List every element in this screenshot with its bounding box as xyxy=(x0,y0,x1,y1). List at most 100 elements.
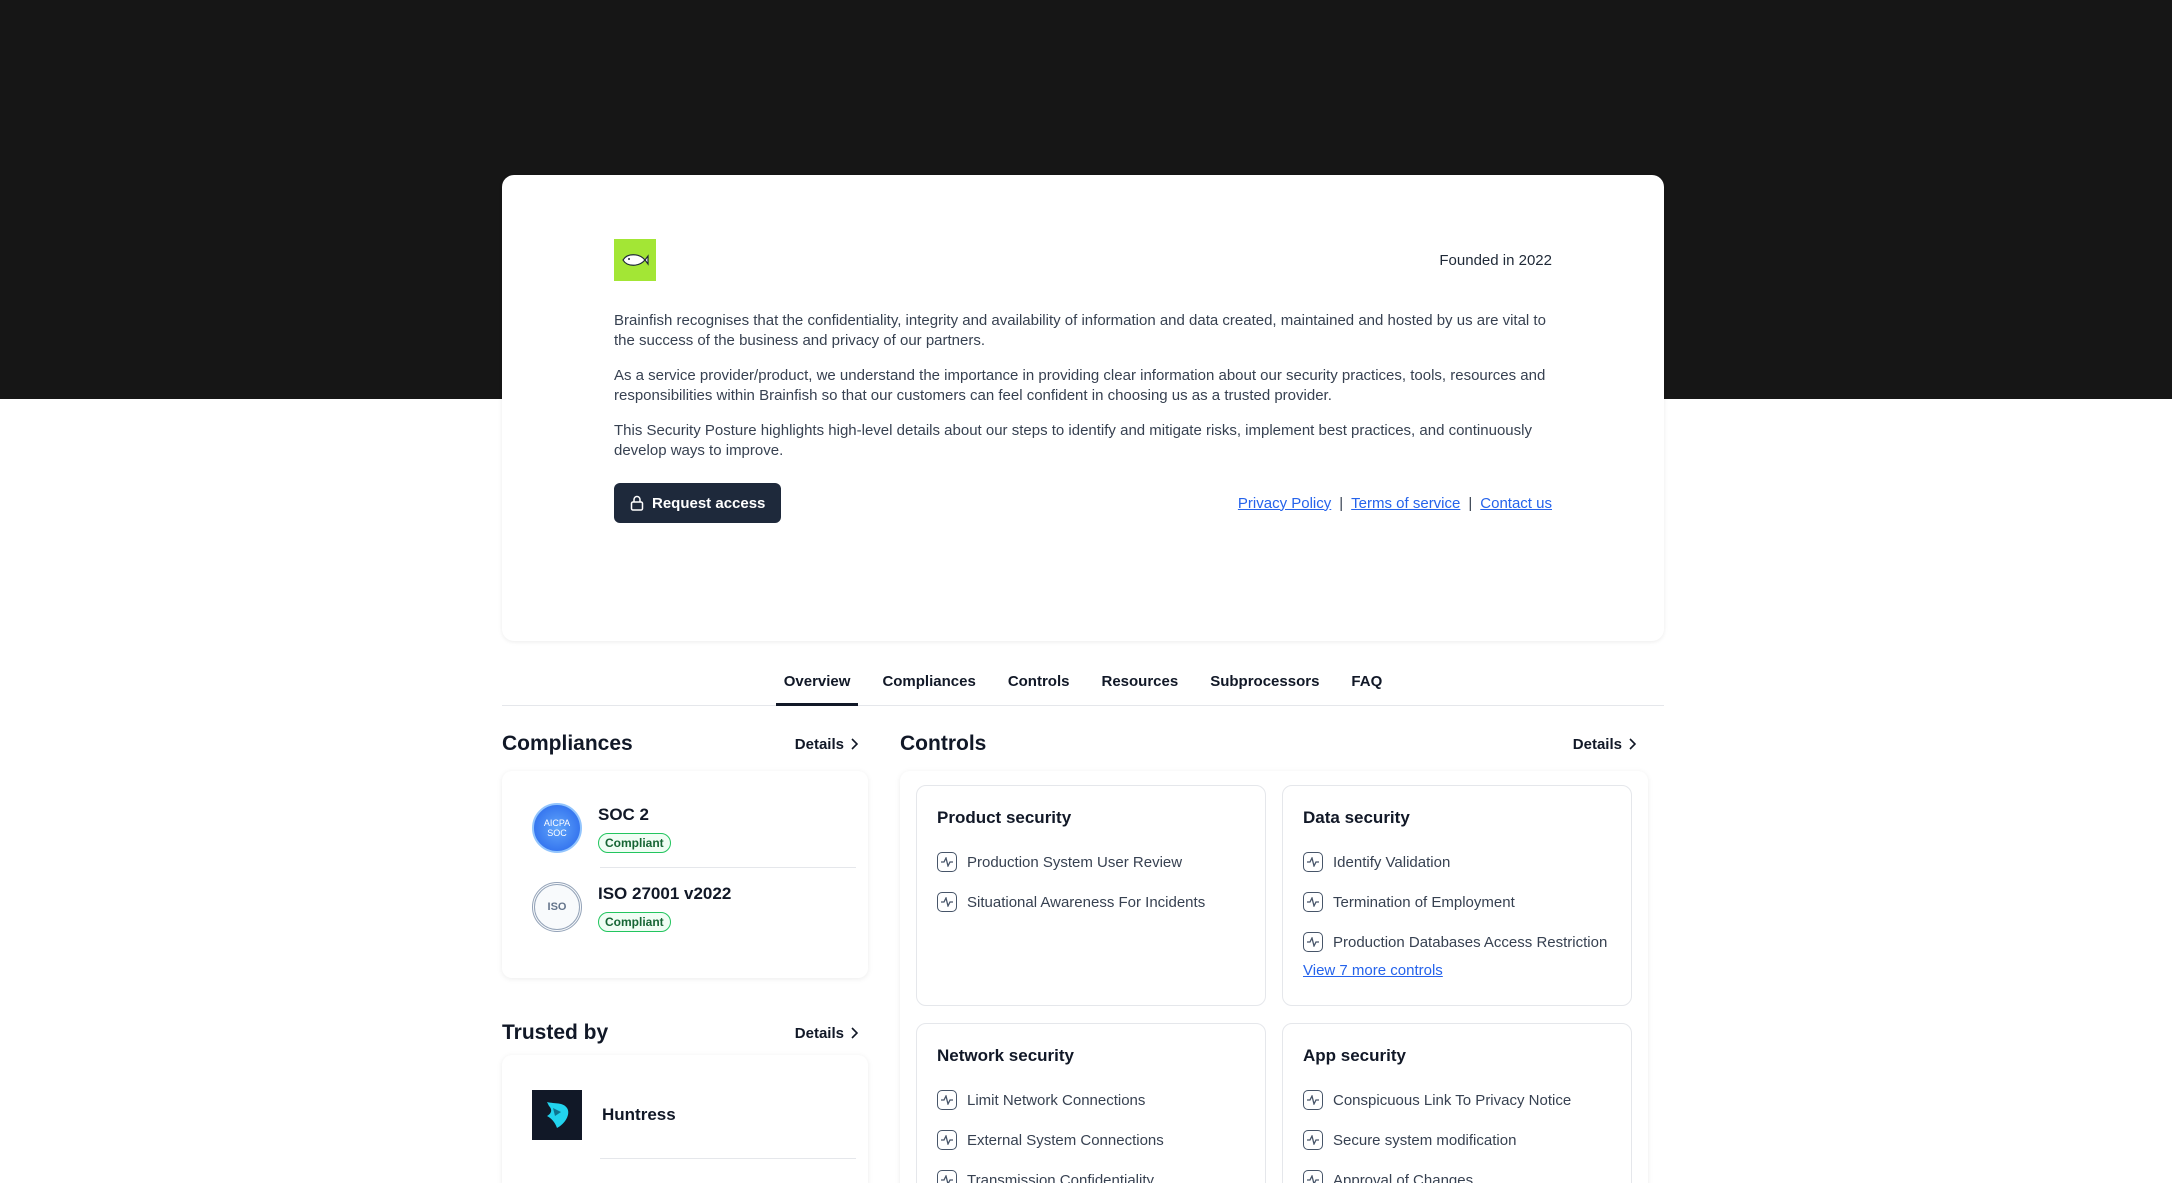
status-badge: Compliant xyxy=(598,833,671,853)
control-item-label: Secure system modification xyxy=(1333,1131,1517,1149)
activity-icon xyxy=(937,852,957,872)
activity-icon xyxy=(937,1130,957,1150)
description-paragraph-2: As a service provider/product, we unders… xyxy=(614,367,1546,404)
control-item[interactable]: Production System User Review xyxy=(937,842,1245,882)
trusted-company-name: Huntress xyxy=(602,1105,676,1124)
iso-badge-icon: ISO xyxy=(532,882,582,932)
control-item[interactable]: Identify Validation xyxy=(1303,842,1611,882)
control-card-product-security[interactable]: Product security Production System User … xyxy=(916,785,1266,1006)
lock-icon xyxy=(630,495,644,511)
tab-compliances[interactable]: Compliances xyxy=(874,664,983,706)
status-badge: Compliant xyxy=(598,912,671,932)
terms-of-service-link[interactable]: Terms of service xyxy=(1351,495,1460,512)
request-access-label: Request access xyxy=(652,494,766,512)
control-item[interactable]: Situational Awareness For Incidents xyxy=(937,882,1245,922)
controls-details-link[interactable]: Details xyxy=(1573,736,1636,753)
control-item-label: Production Databases Access Restriction xyxy=(1333,933,1608,951)
activity-icon xyxy=(1303,892,1323,912)
control-item[interactable]: Conspicuous Link To Privacy Notice xyxy=(1303,1080,1611,1120)
control-item[interactable]: Termination of Employment xyxy=(1303,882,1611,922)
activity-icon xyxy=(1303,1090,1323,1110)
control-item-label: Limit Network Connections xyxy=(967,1091,1146,1109)
control-item[interactable]: External System Connections xyxy=(937,1120,1245,1160)
control-item[interactable]: Production Databases Access Restriction xyxy=(1303,922,1611,962)
control-item[interactable]: Transmission Confidentiality xyxy=(937,1160,1245,1183)
fish-icon xyxy=(622,254,649,266)
control-item-label: Conspicuous Link To Privacy Notice xyxy=(1333,1091,1572,1109)
soc2-icon-text: AICPA SOC xyxy=(543,818,571,838)
activity-icon xyxy=(937,1090,957,1110)
compliances-details-link[interactable]: Details xyxy=(795,736,858,753)
tab-overview[interactable]: Overview xyxy=(775,664,859,706)
activity-icon xyxy=(1303,1130,1323,1150)
compliance-name: SOC 2 xyxy=(598,805,650,824)
control-item-label: Termination of Employment xyxy=(1333,893,1515,911)
compliance-item[interactable]: ISO ISO 27001 v2022 Compliant xyxy=(502,882,868,932)
activity-icon xyxy=(1303,852,1323,872)
link-separator: | xyxy=(1339,494,1344,512)
request-access-button[interactable]: Request access xyxy=(614,483,782,523)
compliance-item[interactable]: AICPA SOC SOC 2 Compliant xyxy=(502,803,868,853)
controls-title: Controls xyxy=(900,732,987,755)
control-item-label: Identify Validation xyxy=(1333,853,1451,871)
activity-icon xyxy=(937,1170,957,1183)
soc2-badge-icon: AICPA SOC xyxy=(532,803,582,853)
chevron-right-icon xyxy=(851,1027,858,1039)
description: Brainfish recognises that the confidenti… xyxy=(614,311,1552,461)
control-item-label: Transmission Confidentiality xyxy=(967,1171,1155,1183)
trusted-by-title: Trusted by xyxy=(502,1021,609,1044)
chevron-right-icon xyxy=(851,738,858,750)
huntress-icon xyxy=(547,1102,569,1128)
compliance-name: ISO 27001 v2022 xyxy=(598,884,732,903)
control-card-title: App security xyxy=(1303,1046,1406,1065)
trust-center-card: Founded in 2022 Brainfish recognises tha… xyxy=(502,175,1664,641)
brainfish-logo xyxy=(614,239,656,281)
trusted-by-item[interactable]: Huntress xyxy=(502,1090,868,1140)
divider xyxy=(600,1158,856,1159)
link-separator: | xyxy=(1468,494,1473,512)
tab-controls[interactable]: Controls xyxy=(1000,664,1078,706)
compliances-panel: AICPA SOC SOC 2 Compliant ISO ISO 27001 … xyxy=(502,771,868,978)
activity-icon xyxy=(937,892,957,912)
compliances-header: Compliances Details xyxy=(502,730,858,758)
control-card-data-security[interactable]: Data security Identify Validation Termin… xyxy=(1282,785,1632,1006)
footer-links: Privacy Policy | Terms of service | Cont… xyxy=(1238,495,1552,512)
privacy-policy-link[interactable]: Privacy Policy xyxy=(1238,495,1331,512)
description-paragraph-1: Brainfish recognises that the confidenti… xyxy=(614,312,1546,349)
chevron-right-icon xyxy=(1629,738,1636,750)
control-card-network-security[interactable]: Network security Limit Network Connectio… xyxy=(916,1023,1266,1183)
compliances-title: Compliances xyxy=(502,732,633,755)
iso-icon-text: ISO xyxy=(547,901,567,913)
contact-us-link[interactable]: Contact us xyxy=(1480,495,1552,512)
control-card-title: Product security xyxy=(937,808,1072,827)
control-item-label: Approval of Changes xyxy=(1333,1171,1474,1183)
trusted-by-details-link[interactable]: Details xyxy=(795,1025,858,1042)
control-item[interactable]: Secure system modification xyxy=(1303,1120,1611,1160)
activity-icon xyxy=(1303,932,1323,952)
details-label: Details xyxy=(794,1024,844,1042)
founded-year: Founded in 2022 xyxy=(1439,251,1552,269)
card-actions: Request access Privacy Policy | Terms of… xyxy=(614,483,1552,523)
trusted-by-header: Trusted by Details xyxy=(502,1019,858,1047)
control-card-app-security[interactable]: App security Conspicuous Link To Privacy… xyxy=(1282,1023,1632,1183)
trusted-by-panel: Huntress xyxy=(502,1055,868,1183)
tab-resources[interactable]: Resources xyxy=(1093,664,1186,706)
control-item[interactable]: Limit Network Connections xyxy=(937,1080,1245,1120)
card-header: Founded in 2022 xyxy=(614,239,1552,281)
divider xyxy=(600,867,856,868)
huntress-logo xyxy=(532,1090,582,1140)
description-paragraph-3: This Security Posture highlights high-le… xyxy=(614,422,1532,459)
control-item[interactable]: Approval of Changes xyxy=(1303,1160,1611,1183)
tab-bar: Overview Compliances Controls Resources … xyxy=(502,664,1664,706)
tab-subprocessors[interactable]: Subprocessors xyxy=(1202,664,1327,706)
control-card-title: Network security xyxy=(937,1046,1074,1065)
control-item-label: Production System User Review xyxy=(967,853,1183,871)
controls-header: Controls Details xyxy=(900,730,1636,758)
control-item-label: External System Connections xyxy=(967,1131,1164,1149)
view-more-controls-link[interactable]: View 7 more controls xyxy=(1303,962,1443,979)
control-card-title: Data security xyxy=(1303,808,1410,827)
tab-faq[interactable]: FAQ xyxy=(1343,664,1390,706)
control-item-label: Situational Awareness For Incidents xyxy=(967,893,1206,911)
activity-icon xyxy=(1303,1170,1323,1183)
details-label: Details xyxy=(794,735,844,753)
